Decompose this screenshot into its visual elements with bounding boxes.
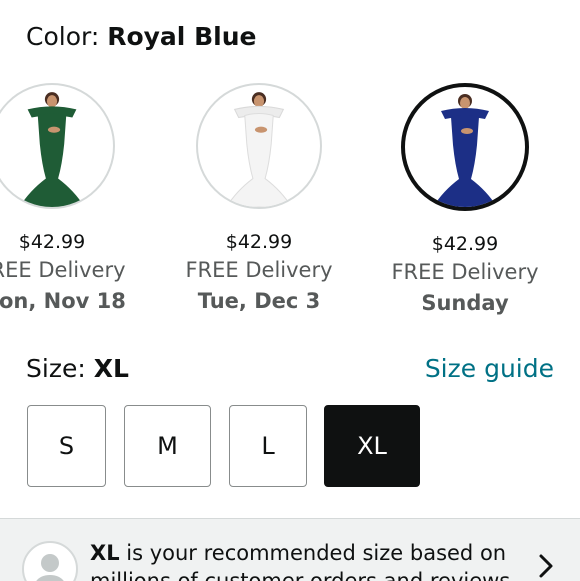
color-swatch-green[interactable]: $42.99 FREE Delivery Mon, Nov 18	[0, 83, 155, 317]
color-swatch-royal-blue[interactable]: $42.99 FREE Delivery Sunday	[362, 83, 568, 319]
swatch-delivery-date: Tue, Dec 3	[197, 289, 321, 313]
size-selection-label: Size: XL	[26, 352, 129, 386]
size-guide-link[interactable]: Size guide	[425, 352, 554, 386]
color-label: Color:	[26, 22, 108, 51]
size-recommendation-banner[interactable]: XL is your recommended size based on mil…	[0, 518, 580, 581]
swatch-image-royal-blue	[401, 83, 529, 211]
swatch-price: $42.99	[225, 231, 293, 253]
recommended-size: XL	[90, 541, 120, 565]
user-avatar-icon	[22, 541, 78, 581]
dress-white-image	[225, 92, 293, 207]
size-option-xl[interactable]: XL	[324, 405, 420, 487]
color-value: Royal Blue	[107, 22, 257, 51]
swatch-delivery-date: Mon, Nov 18	[0, 289, 126, 313]
swatch-image-green	[0, 83, 115, 209]
swatch-delivery: FREE Delivery	[185, 258, 333, 282]
chevron-right-icon[interactable]	[536, 553, 556, 579]
swatch-delivery: FREE Delivery	[0, 258, 126, 282]
size-option-s[interactable]: S	[27, 405, 106, 487]
size-option-m[interactable]: M	[124, 405, 211, 487]
swatch-delivery: FREE Delivery	[391, 260, 539, 284]
size-option-l[interactable]: L	[229, 405, 307, 487]
swatch-price: $42.99	[431, 233, 499, 255]
swatch-price: $42.99	[18, 231, 86, 253]
recommendation-text: XL is your recommended size based on mil…	[90, 539, 520, 581]
dress-blue-image	[433, 94, 497, 207]
dress-green-image	[19, 92, 85, 207]
swatch-image-white	[196, 83, 322, 209]
swatch-delivery-date: Sunday	[421, 291, 509, 315]
size-label: Size:	[26, 354, 94, 383]
color-selection-label: Color: Royal Blue	[26, 20, 256, 54]
size-value: XL	[93, 354, 129, 383]
recommendation-message: is your recommended size based on millio…	[90, 541, 511, 581]
color-swatch-white[interactable]: $42.99 FREE Delivery Tue, Dec 3	[156, 83, 362, 317]
